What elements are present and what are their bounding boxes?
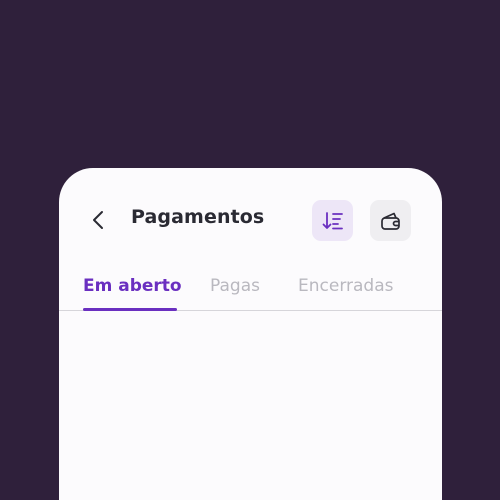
tab-em-aberto[interactable]: Em aberto [83, 276, 182, 296]
wallet-button[interactable] [370, 200, 411, 241]
payments-list-area [59, 312, 442, 500]
back-button[interactable] [87, 208, 109, 232]
sort-button[interactable] [312, 200, 353, 241]
page-title: Pagamentos [131, 206, 265, 228]
active-tab-indicator [83, 308, 177, 311]
tab-encerradas[interactable]: Encerradas [298, 276, 393, 296]
wallet-icon [380, 212, 400, 230]
app-header: Pagamentos [59, 168, 442, 268]
payment-tabs: Em aberto Pagas Encerradas [59, 268, 442, 311]
sort-descending-icon [322, 211, 343, 229]
tab-pagas[interactable]: Pagas [210, 276, 260, 296]
chevron-left-icon [93, 211, 103, 229]
app-screen: Pagamentos Em aberto Pagas Encerradas [59, 168, 442, 500]
